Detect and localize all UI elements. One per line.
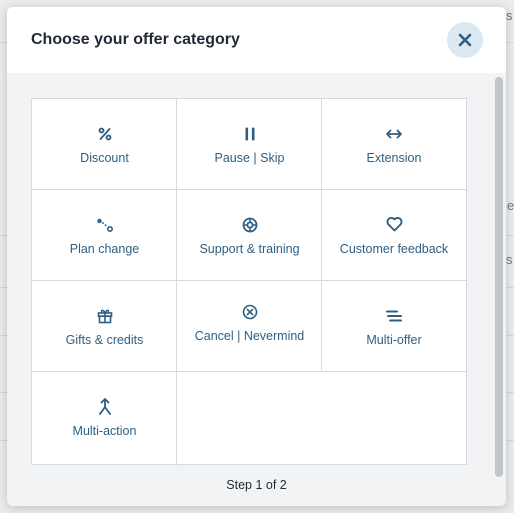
grid-divider [32,371,466,372]
modal-header: Choose your offer category [7,7,506,73]
background-text: s [506,252,513,267]
category-label: Multi-action [72,424,137,438]
category-cancel-nevermind[interactable]: Cancel | Nevermind [177,281,322,372]
category-support-training[interactable]: Support & training [177,190,322,281]
category-label: Customer feedback [339,241,449,256]
grid-divider [32,189,466,190]
category-label: Support & training [199,241,300,256]
grid-divider [176,99,177,466]
category-label: Multi-offer [366,332,422,347]
cancel-circle-icon [242,303,258,321]
category-multi-offer[interactable]: Multi-offer [322,281,466,372]
gift-icon [97,307,113,325]
arrows-horizontal-icon [385,125,403,143]
offer-category-modal: Choose your offer category Discount Paus… [7,7,506,506]
close-button[interactable] [447,22,483,58]
modal-title: Choose your offer category [31,31,240,48]
category-multi-action[interactable]: Multi-action [32,372,177,464]
category-customer-feedback[interactable]: Customer feedback [322,190,466,281]
category-discount[interactable]: Discount [32,99,177,190]
lines-icon [386,307,402,325]
category-label: Plan change [69,241,140,256]
lifebuoy-icon [242,216,258,234]
close-icon [458,33,472,47]
grid-divider [321,99,322,372]
category-extension[interactable]: Extension [322,99,466,190]
step-indicator: Step 1 of 2 [226,478,287,492]
category-label: Pause | Skip [214,150,285,165]
percent-icon [98,125,112,143]
scrollbar[interactable] [495,77,503,477]
merge-arrows-icon [98,398,112,416]
grid-divider [32,280,466,281]
plan-change-icon [96,216,113,234]
category-plan-change[interactable]: Plan change [32,190,177,281]
pause-icon [244,125,256,143]
background-text: s [506,8,513,23]
category-label: Extension [366,150,422,165]
category-pause-skip[interactable]: Pause | Skip [177,99,322,190]
background-text: e [507,198,514,213]
category-gifts-credits[interactable]: Gifts & credits [32,281,177,372]
category-label: Gifts & credits [65,332,144,347]
category-label: Cancel | Nevermind [194,328,305,343]
heart-icon [386,216,403,234]
category-grid: Discount Pause | Skip Extension Plan cha… [31,98,467,466]
category-label: Discount [80,150,129,165]
